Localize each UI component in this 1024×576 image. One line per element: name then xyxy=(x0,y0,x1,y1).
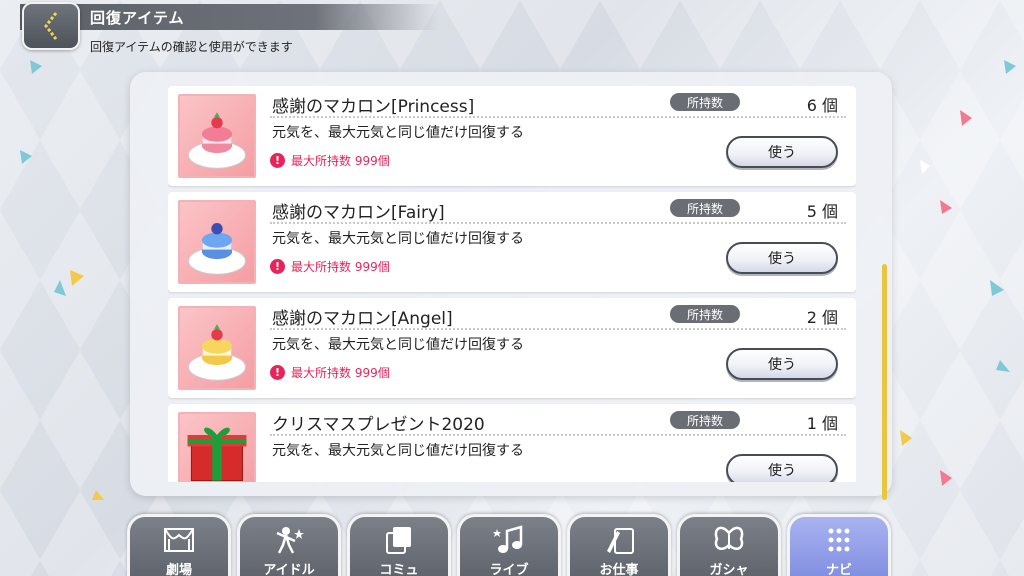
divider xyxy=(270,222,846,224)
nav-label: 劇場 xyxy=(165,563,192,576)
nav-tab-gacha[interactable]: ガシャ xyxy=(677,514,781,576)
page-title: 回復アイテム xyxy=(90,9,185,27)
header-bar xyxy=(20,4,440,30)
commu-icon xyxy=(386,527,411,554)
list-item: 感謝のマカロン[Fairy] 所持数 5 個 元気を、最大元気と同じ値だけ回復す… xyxy=(168,192,856,292)
item-name: 感謝のマカロン[Angel] xyxy=(272,309,453,329)
nav-label: ガシャ xyxy=(709,563,749,576)
gacha-icon xyxy=(714,526,744,550)
divider xyxy=(270,328,846,330)
use-button[interactable]: 使う xyxy=(726,348,838,380)
nav-tab-theater[interactable]: 劇場 xyxy=(127,514,231,576)
chevron-left-icon xyxy=(44,12,58,40)
owned-badge: 所持数 xyxy=(670,199,740,217)
owned-badge: 所持数 xyxy=(670,93,740,111)
nav-tab-commu[interactable]: コミュ xyxy=(347,514,451,576)
scrollbar[interactable] xyxy=(882,264,887,500)
nav-tab-navi[interactable]: ナビ xyxy=(787,514,891,576)
item-list[interactable]: 感謝のマカロン[Princess] 所持数 6 個 元気を、最大元気と同じ値だけ… xyxy=(168,86,856,482)
list-item: 感謝のマカロン[Princess] 所持数 6 個 元気を、最大元気と同じ値だけ… xyxy=(168,86,856,186)
exclamation-icon: ! xyxy=(270,153,285,168)
item-description: 元気を、最大元気と同じ値だけ回復する xyxy=(272,337,524,353)
nav-label: コミュ xyxy=(379,563,419,576)
max-count-label: 最大所持数 999個 xyxy=(291,366,390,380)
use-button[interactable]: 使う xyxy=(726,454,838,482)
macaron-princess-icon xyxy=(178,94,256,178)
item-panel: 感謝のマカロン[Princess] 所持数 6 個 元気を、最大元気と同じ値だけ… xyxy=(130,72,892,500)
max-count-label: 最大所持数 999個 xyxy=(291,154,390,168)
list-item: 感謝のマカロン[Angel] 所持数 2 個 元気を、最大元気と同じ値だけ回復す… xyxy=(168,298,856,398)
owned-badge: 所持数 xyxy=(670,411,740,429)
nav-tab-work[interactable]: お仕事 xyxy=(567,514,671,576)
max-count-warning: ! 最大所持数 999個 xyxy=(270,258,390,275)
item-count: 1 個 xyxy=(806,414,838,433)
max-count-warning: ! 最大所持数 999個 xyxy=(270,364,390,381)
item-count: 5 個 xyxy=(806,202,838,221)
divider xyxy=(270,116,846,118)
work-icon xyxy=(607,528,634,554)
item-name: 感謝のマカロン[Princess] xyxy=(272,97,475,117)
item-name: クリスマスプレゼント2020 xyxy=(272,415,485,435)
idol-icon xyxy=(276,527,304,554)
item-description: 元気を、最大元気と同じ値だけ回復する xyxy=(272,125,524,141)
nav-label: ライブ xyxy=(489,563,529,576)
navi-icon xyxy=(828,528,850,552)
bottom-nav: 劇場 アイドル コミュ ライブ お仕事 ガシャ ナビ xyxy=(125,508,900,576)
nav-label: ナビ xyxy=(825,563,852,576)
item-name: 感謝のマカロン[Fairy] xyxy=(272,203,445,223)
live-icon xyxy=(493,525,523,553)
item-description: 元気を、最大元気と同じ値だけ回復する xyxy=(272,231,524,247)
use-button[interactable]: 使う xyxy=(726,136,838,168)
list-item: クリスマスプレゼント2020 所持数 1 個 元気を、最大元気と同じ値だけ回復す… xyxy=(168,404,856,482)
item-count: 6 個 xyxy=(806,96,838,115)
nav-label: アイドル xyxy=(263,563,315,576)
exclamation-icon: ! xyxy=(270,259,285,274)
max-count-warning: ! 最大所持数 999個 xyxy=(270,152,390,169)
theater-icon xyxy=(164,528,194,552)
use-button[interactable]: 使う xyxy=(726,242,838,274)
nav-tab-live[interactable]: ライブ xyxy=(457,514,561,576)
item-count: 2 個 xyxy=(806,308,838,327)
nav-label: お仕事 xyxy=(599,563,639,576)
divider xyxy=(270,434,846,436)
nav-tab-idol[interactable]: アイドル xyxy=(237,514,341,576)
item-description: 元気を、最大元気と同じ値だけ回復する xyxy=(272,443,524,459)
macaron-fairy-icon xyxy=(178,200,256,284)
owned-badge: 所持数 xyxy=(670,305,740,323)
header: 回復アイテム 回復アイテムの確認と使用ができます xyxy=(0,0,440,56)
christmas-present-icon xyxy=(178,412,256,482)
page-subtitle: 回復アイテムの確認と使用ができます xyxy=(90,40,293,54)
macaron-angel-icon xyxy=(178,306,256,390)
exclamation-icon: ! xyxy=(270,365,285,380)
max-count-label: 最大所持数 999個 xyxy=(291,260,390,274)
back-button[interactable] xyxy=(22,2,80,50)
